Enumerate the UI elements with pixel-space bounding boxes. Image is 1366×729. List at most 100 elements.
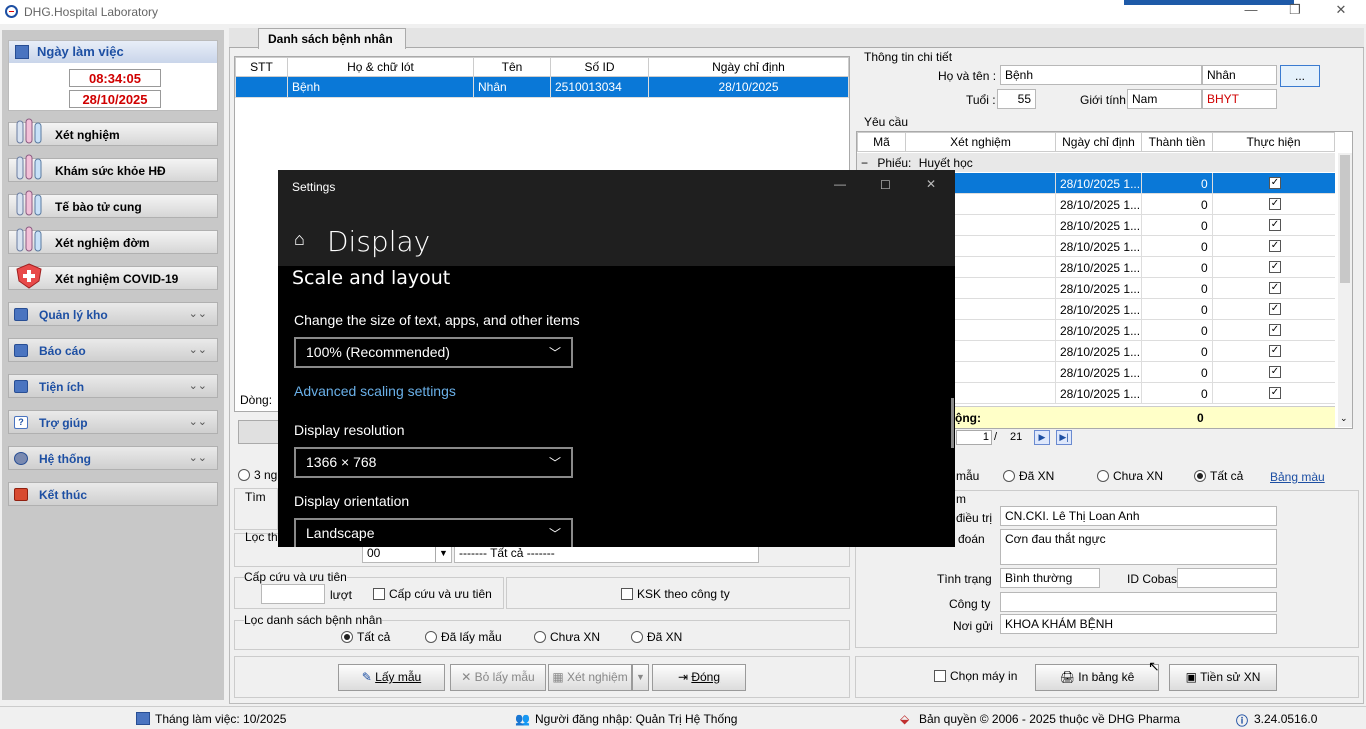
history-button[interactable]: ▣ Tiền sử XN [1169,664,1277,691]
minimize-icon[interactable]: — [1236,2,1266,20]
checkbox-checked-icon[interactable]: ✓ [1269,366,1281,378]
col-header[interactable]: Thành tiền [1141,132,1213,152]
turns-input[interactable] [261,584,325,604]
sender-field[interactable]: KHOA KHÁM BỆNH [1000,614,1277,634]
opt-sampled[interactable]: Đã lấy mẫu [425,630,502,644]
maximize-icon[interactable]: ❐ [1280,2,1310,20]
test-button[interactable]: ▦ Xét nghiệm [548,664,632,691]
nav-covid[interactable]: Xét nghiệm COVID-19 [8,263,218,290]
filter-all[interactable]: Tất cả [1194,469,1243,483]
radio-icon[interactable] [238,469,250,481]
checkbox-checked-icon[interactable]: ✓ [1269,387,1281,399]
checkbox-checked-icon[interactable]: ✓ [1269,345,1281,357]
checkbox-checked-icon[interactable]: ✓ [1269,177,1281,189]
settings-maximize-icon[interactable]: ☐ [880,178,891,192]
age-field[interactable]: 55 [997,89,1036,109]
collapse-icon[interactable]: − [861,156,868,170]
opt-done[interactable]: Đã XN [631,630,682,644]
col-header[interactable]: Tên [473,57,551,77]
resolution-dropdown[interactable]: 1366 × 768 ﹀ [294,447,573,478]
checkbox-checked-icon[interactable]: ✓ [1269,198,1281,210]
opt-notdone[interactable]: Chưa XN [534,630,600,644]
group-bao-cao[interactable]: Báo cáo ⌄⌄ [8,338,218,362]
col-header[interactable]: Xét nghiệm [905,132,1056,152]
more-button[interactable]: ... [1280,65,1320,87]
advanced-scaling-link[interactable]: Advanced scaling settings [294,383,456,399]
col-header[interactable]: Số ID [550,57,649,77]
radio-icon[interactable] [341,631,353,643]
chevron-down-icon[interactable]: ▼ [435,545,451,562]
radio-icon[interactable] [534,631,546,643]
request-scrollbar[interactable]: ⌄ [1338,153,1352,427]
filter-done[interactable]: Đã XN [1003,469,1054,483]
settings-close-icon[interactable]: ✕ [926,177,936,191]
untake-sample-button[interactable]: ✕ Bỏ lấy mẫu [450,664,546,691]
radio-icon[interactable] [1097,470,1109,482]
settings-scrollbar[interactable] [951,398,954,448]
checkbox-checked-icon[interactable]: ✓ [1269,303,1281,315]
page-input[interactable]: 1 [956,430,992,445]
group-he-thong[interactable]: Hệ thống ⌄⌄ [8,446,218,470]
filter-notdone[interactable]: Chưa XN [1097,469,1163,483]
state-field[interactable]: Bình thường [1000,568,1100,588]
radio-icon[interactable] [1194,470,1206,482]
doctor-field[interactable]: CN.CKI. Lê Thị Loan Anh [1000,506,1277,526]
choose-printer-check[interactable]: Chọn máy in [934,669,1017,683]
nav-kham-suc-khoe[interactable]: Khám sức khỏe HĐ [8,154,218,182]
ksk-check[interactable]: KSK theo công ty [621,587,730,601]
radio-icon[interactable] [425,631,437,643]
close-icon[interactable]: ✕ [1326,2,1356,20]
next-page-icon[interactable]: ▶ [1034,430,1050,445]
print-list-button[interactable]: 🖨 In bảng kê [1035,664,1159,691]
scale-dropdown[interactable]: 100% (Recommended) ﹀ [294,337,573,368]
group-ket-thuc[interactable]: Kết thúc [8,482,218,506]
close-button[interactable]: ⇥ Đóng [652,664,746,691]
checkbox-icon[interactable] [934,670,946,682]
last-name-field[interactable]: Bệnh [1000,65,1202,85]
col-header[interactable]: Mã [857,132,906,152]
take-sample-button[interactable]: ✎ Lấy mẫu [338,664,445,691]
first-name-field[interactable]: Nhân [1202,65,1277,85]
checkbox-checked-icon[interactable]: ✓ [1269,282,1281,294]
emergency-check[interactable]: Cấp cứu và ưu tiên [373,587,492,601]
cobas-field[interactable] [1177,568,1277,588]
checkbox-checked-icon[interactable]: ✓ [1269,219,1281,231]
settings-minimize-icon[interactable]: — [834,177,846,191]
tab-patient-list[interactable]: Danh sách bệnh nhân [258,28,406,49]
gender-field[interactable]: Nam [1127,89,1202,109]
checkbox-checked-icon[interactable]: ✓ [1269,324,1281,336]
radio-icon[interactable] [1003,470,1015,482]
partial-button[interactable] [238,420,282,444]
opt-all[interactable]: Tất cả [341,630,390,644]
group-tien-ich[interactable]: Tiện ích ⌄⌄ [8,374,218,398]
settings-titlebar[interactable]: Settings — ☐ ✕ [278,170,955,202]
days-filter[interactable]: 3 ng [238,468,277,482]
color-table-link[interactable]: Bảng màu [1270,470,1325,484]
scroll-down-icon[interactable]: ⌄ [1340,413,1348,424]
col-header[interactable]: Thực hiện [1212,132,1335,152]
col-header[interactable]: Ngày chỉ định [648,57,849,77]
last-page-icon[interactable]: ▶| [1056,430,1072,445]
checkbox-icon[interactable] [373,588,385,600]
orientation-dropdown[interactable]: Landscape ﹀ [294,518,573,547]
diagnosis-field[interactable]: Cơn đau thắt ngực [1000,529,1277,565]
checkbox-icon[interactable] [621,588,633,600]
company-field[interactable] [1000,592,1277,612]
group-tro-giup[interactable]: ? Trợ giúp ⌄⌄ [8,410,218,434]
nav-xet-nghiem[interactable]: Xét nghiệm [8,118,218,146]
radio-icon[interactable] [631,631,643,643]
col-header[interactable]: STT [235,57,288,77]
request-table: Mã Xét nghiệm Ngày chỉ định Thành tiền T… [857,132,1335,152]
scroll-thumb[interactable] [1340,155,1350,283]
table-row[interactable]: Bệnh Nhân 2510013034 28/10/2025 [235,76,849,98]
nav-te-bao-tu-cung[interactable]: Tế bào tử cung [8,190,218,218]
group-quan-ly-kho[interactable]: Quản lý kho ⌄⌄ [8,302,218,326]
nav-xet-nghiem-dom[interactable]: Xét nghiệm đờm [8,226,218,254]
test-dropdown[interactable]: ▼ [632,664,649,691]
settings-window[interactable]: Settings — ☐ ✕ ⌂ Display Scale and layou… [278,170,955,547]
col-header[interactable]: Ngày chỉ định [1055,132,1142,152]
col-header[interactable]: Họ & chữ lót [287,57,474,77]
home-icon[interactable]: ⌂ [294,229,305,250]
checkbox-checked-icon[interactable]: ✓ [1269,240,1281,252]
checkbox-checked-icon[interactable]: ✓ [1269,261,1281,273]
